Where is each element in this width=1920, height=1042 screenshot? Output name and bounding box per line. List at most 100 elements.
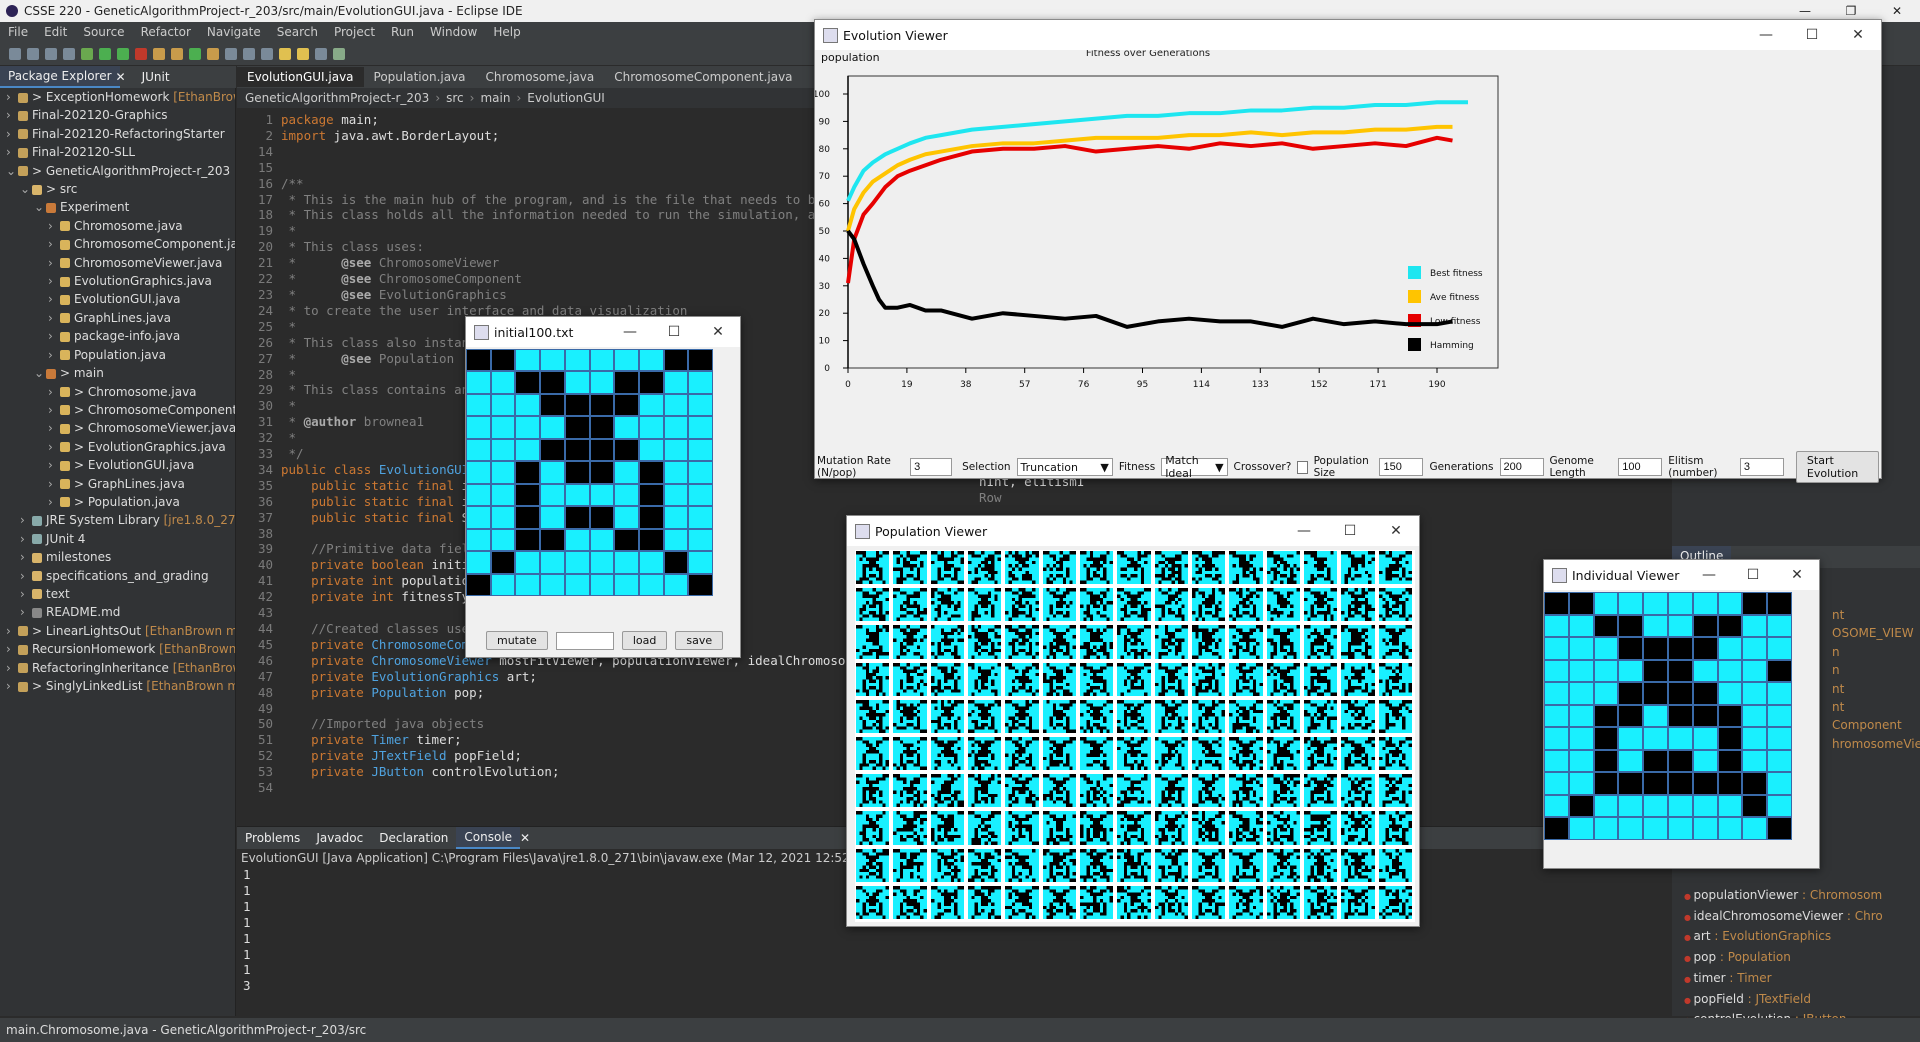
gene-cell[interactable] <box>638 393 664 417</box>
population-thumbnail[interactable] <box>968 625 1002 659</box>
gene-cell[interactable] <box>1742 794 1768 818</box>
population-thumbnail[interactable] <box>1080 737 1114 771</box>
elitism-input[interactable] <box>1739 458 1784 476</box>
gene-cell[interactable] <box>1544 637 1569 660</box>
gene-cell[interactable] <box>466 528 491 552</box>
gene-cell[interactable] <box>638 506 664 529</box>
population-thumbnail[interactable] <box>1117 662 1151 696</box>
population-thumbnail[interactable] <box>1378 774 1412 808</box>
breadcrumb-main[interactable]: main <box>480 91 510 105</box>
population-thumbnail[interactable] <box>1154 625 1188 659</box>
close-icon[interactable]: ✕ <box>1874 4 1920 18</box>
population-thumbnail[interactable] <box>1042 848 1076 882</box>
population-thumbnail[interactable] <box>1080 811 1114 845</box>
tab-chromosome[interactable]: Chromosome.java <box>476 67 605 87</box>
gene-cell[interactable] <box>1667 727 1693 750</box>
population-thumbnail[interactable] <box>1154 551 1188 585</box>
gene-cell[interactable] <box>466 371 491 394</box>
gene-cell[interactable] <box>564 573 590 596</box>
gene-cell[interactable] <box>1568 749 1594 773</box>
gene-cell[interactable] <box>1618 817 1644 840</box>
individual-chromosome-grid[interactable] <box>1544 592 1792 840</box>
minimize-icon[interactable]: — <box>1281 523 1327 539</box>
gene-cell[interactable] <box>1643 592 1668 615</box>
gene-cell[interactable] <box>466 416 491 439</box>
gene-cell[interactable] <box>1568 817 1594 840</box>
population-thumbnail[interactable] <box>856 885 890 919</box>
gene-cell[interactable] <box>1643 817 1668 840</box>
population-thumbnail[interactable] <box>893 588 927 622</box>
gene-cell[interactable] <box>614 438 639 462</box>
tree-item[interactable]: › JUnit 4 <box>0 530 235 548</box>
population-thumbnail[interactable] <box>1266 774 1300 808</box>
gene-cell[interactable] <box>614 461 639 484</box>
population-thumbnail[interactable] <box>1117 848 1151 882</box>
generations-input[interactable] <box>1499 458 1544 476</box>
gene-cell[interactable] <box>1568 794 1594 818</box>
minimize-icon[interactable]: — <box>1743 27 1789 43</box>
gene-cell[interactable] <box>490 416 516 439</box>
gene-cell[interactable] <box>1692 659 1718 683</box>
population-thumbnail[interactable] <box>1192 588 1226 622</box>
tree-item[interactable]: › > EvolutionGUI.java <box>0 456 235 474</box>
genome-length-input[interactable] <box>1618 458 1663 476</box>
tree-item[interactable]: › Final-202120-SLL <box>0 143 235 161</box>
population-thumbnail[interactable] <box>856 848 890 882</box>
gene-cell[interactable] <box>466 349 491 372</box>
gene-cell[interactable] <box>540 349 565 372</box>
gene-cell[interactable] <box>1643 794 1668 818</box>
gene-cell[interactable] <box>1568 614 1594 638</box>
population-thumbnail[interactable] <box>1304 774 1338 808</box>
gene-cell[interactable] <box>1643 637 1668 660</box>
collapsed-chevron-icon[interactable]: › <box>48 438 57 456</box>
print-icon[interactable] <box>63 47 75 60</box>
collapsed-chevron-icon[interactable]: › <box>6 640 15 658</box>
gene-cell[interactable] <box>1767 637 1792 660</box>
population-thumbnail[interactable] <box>1080 662 1114 696</box>
gene-cell[interactable] <box>1618 772 1644 795</box>
population-thumbnail[interactable] <box>1378 737 1412 771</box>
collapsed-chevron-icon[interactable]: › <box>48 419 57 437</box>
gene-cell[interactable] <box>1568 682 1594 705</box>
population-thumbnail[interactable] <box>1266 588 1300 622</box>
gene-cell[interactable] <box>614 416 639 439</box>
gene-cell[interactable] <box>466 393 491 417</box>
tree-item[interactable]: › > GraphLines.java <box>0 475 235 493</box>
maximize-icon[interactable]: ☐ <box>1789 27 1835 43</box>
population-thumbnail[interactable] <box>968 699 1002 733</box>
population-thumbnail[interactable] <box>968 588 1002 622</box>
population-thumbnail[interactable] <box>1154 885 1188 919</box>
load-button[interactable]: load <box>621 631 668 650</box>
gene-cell[interactable] <box>540 483 565 507</box>
crossover-checkbox[interactable] <box>1297 460 1308 474</box>
tree-item[interactable]: › > Population.java <box>0 493 235 511</box>
collapsed-chevron-icon[interactable]: › <box>20 511 29 529</box>
population-thumbnail[interactable] <box>1005 699 1039 733</box>
gene-cell[interactable] <box>589 461 615 484</box>
population-thumbnail[interactable] <box>930 885 964 919</box>
gene-cell[interactable] <box>1643 704 1668 728</box>
gene-cell[interactable] <box>638 461 664 484</box>
population-thumbnail[interactable] <box>1304 699 1338 733</box>
outline-item[interactable]: ● idealChromosomeViewer : Chro <box>1684 907 1883 928</box>
tree-item[interactable]: › Population.java <box>0 346 235 364</box>
gene-cell[interactable] <box>614 393 639 417</box>
population-thumbnail[interactable] <box>1154 588 1188 622</box>
gene-cell[interactable] <box>1717 592 1743 615</box>
collapsed-chevron-icon[interactable]: › <box>48 475 57 493</box>
population-thumbnail[interactable] <box>1266 551 1300 585</box>
gene-cell[interactable] <box>515 393 541 417</box>
gene-cell[interactable] <box>515 438 541 462</box>
fitness-select[interactable]: Match Ideal ▼ <box>1161 454 1228 480</box>
gene-cell[interactable] <box>540 416 565 439</box>
gene-cell[interactable] <box>1767 727 1792 750</box>
population-thumbnail[interactable] <box>930 737 964 771</box>
population-thumbnail[interactable] <box>1117 737 1151 771</box>
gene-cell[interactable] <box>1643 727 1668 750</box>
gene-cell[interactable] <box>1618 659 1644 683</box>
gene-cell[interactable] <box>1767 592 1792 615</box>
population-thumbnail[interactable] <box>1005 625 1039 659</box>
population-thumbnail[interactable] <box>968 885 1002 919</box>
gene-cell[interactable] <box>688 483 713 507</box>
population-thumbnail[interactable] <box>1341 662 1375 696</box>
